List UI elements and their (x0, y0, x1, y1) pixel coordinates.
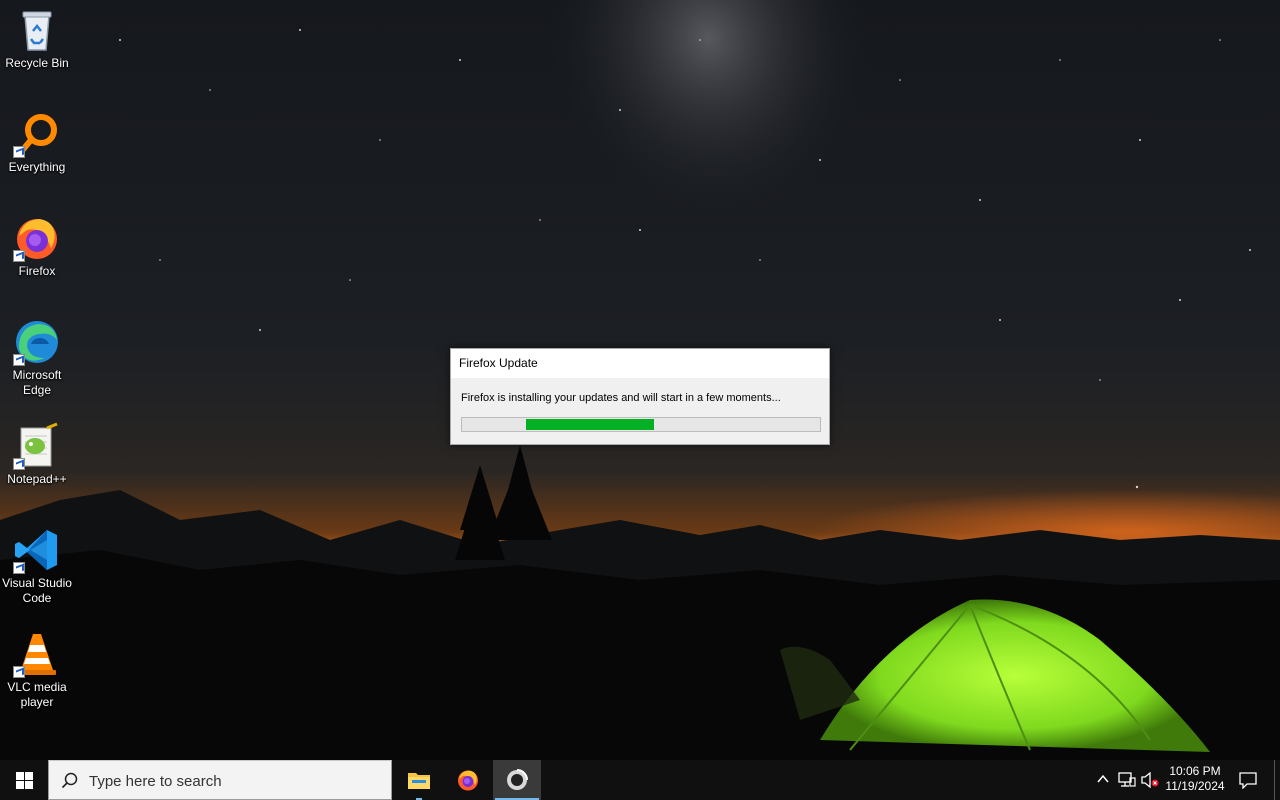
desktop-icon-label: Microsoft Edge (0, 368, 74, 398)
update-progress-fill (526, 419, 654, 430)
dialog-message: Firefox is installing your updates and w… (461, 392, 781, 404)
desktop-icon-everything[interactable]: Everything (0, 104, 74, 175)
recycle-bin-icon (13, 6, 61, 54)
desktop-icon-notepad-plus-plus[interactable]: Notepad++ (0, 416, 74, 487)
shortcut-arrow-icon (13, 250, 25, 262)
desktop-icon-vlc-media-player[interactable]: VLC media player (0, 624, 74, 710)
shortcut-arrow-icon (13, 458, 25, 470)
taskbar-search-box[interactable] (48, 760, 392, 800)
desktop-icon-label-line1: VLC media (7, 680, 67, 694)
desktop-icon-label: Firefox (18, 264, 56, 278)
desktop-icon-label-line2: Edge (22, 383, 52, 397)
desktop-icon-label-line2: player (20, 695, 54, 709)
clock-date: 11/19/2024 (1165, 779, 1225, 793)
desktop-icon-microsoft-edge[interactable]: Microsoft Edge (0, 312, 74, 398)
shortcut-arrow-icon (13, 354, 25, 366)
desktop-icon-label-line1: Visual Studio (2, 576, 72, 590)
shortcut-arrow-icon (13, 146, 25, 158)
tray-network[interactable] (1116, 760, 1138, 800)
start-button[interactable] (0, 760, 48, 800)
firefox-update-dialog[interactable]: Firefox Update Firefox is installing you… (450, 348, 830, 445)
desktop-icon-recycle-bin[interactable]: Recycle Bin (0, 0, 74, 71)
search-input[interactable] (87, 769, 381, 793)
desktop-icon-label-line2: Code (22, 591, 52, 605)
taskbar: 10:06 PM 11/19/2024 (0, 760, 1280, 800)
dialog-title[interactable]: Firefox Update (451, 349, 829, 378)
show-desktop-button[interactable] (1274, 760, 1280, 800)
desktop-icon-label: Visual Studio Code (0, 576, 74, 606)
desktop-icon-label: Everything (8, 160, 66, 174)
desktop-icon-label-line1: Microsoft (12, 368, 62, 382)
action-center-button[interactable] (1234, 760, 1262, 800)
desktop-icon-visual-studio-code[interactable]: Visual Studio Code (0, 520, 74, 606)
taskbar-firefox-updater[interactable] (493, 760, 541, 800)
desktop-icon-firefox[interactable]: Firefox (0, 208, 74, 279)
taskbar-file-explorer[interactable] (395, 760, 443, 800)
update-progress-bar (461, 417, 821, 432)
clock-time: 10:06 PM (1169, 764, 1221, 778)
desktop-icon-label: VLC media player (0, 680, 74, 710)
shortcut-arrow-icon (13, 666, 25, 678)
desktop-icon-label: Notepad++ (7, 472, 67, 486)
tray-overflow-button[interactable] (1092, 760, 1114, 800)
taskbar-firefox[interactable] (444, 760, 492, 800)
system-clock[interactable]: 10:06 PM 11/19/2024 (1160, 764, 1230, 794)
desktop-icon-label: Recycle Bin (5, 56, 69, 70)
shortcut-arrow-icon (13, 562, 25, 574)
tray-volume[interactable] (1139, 760, 1161, 800)
